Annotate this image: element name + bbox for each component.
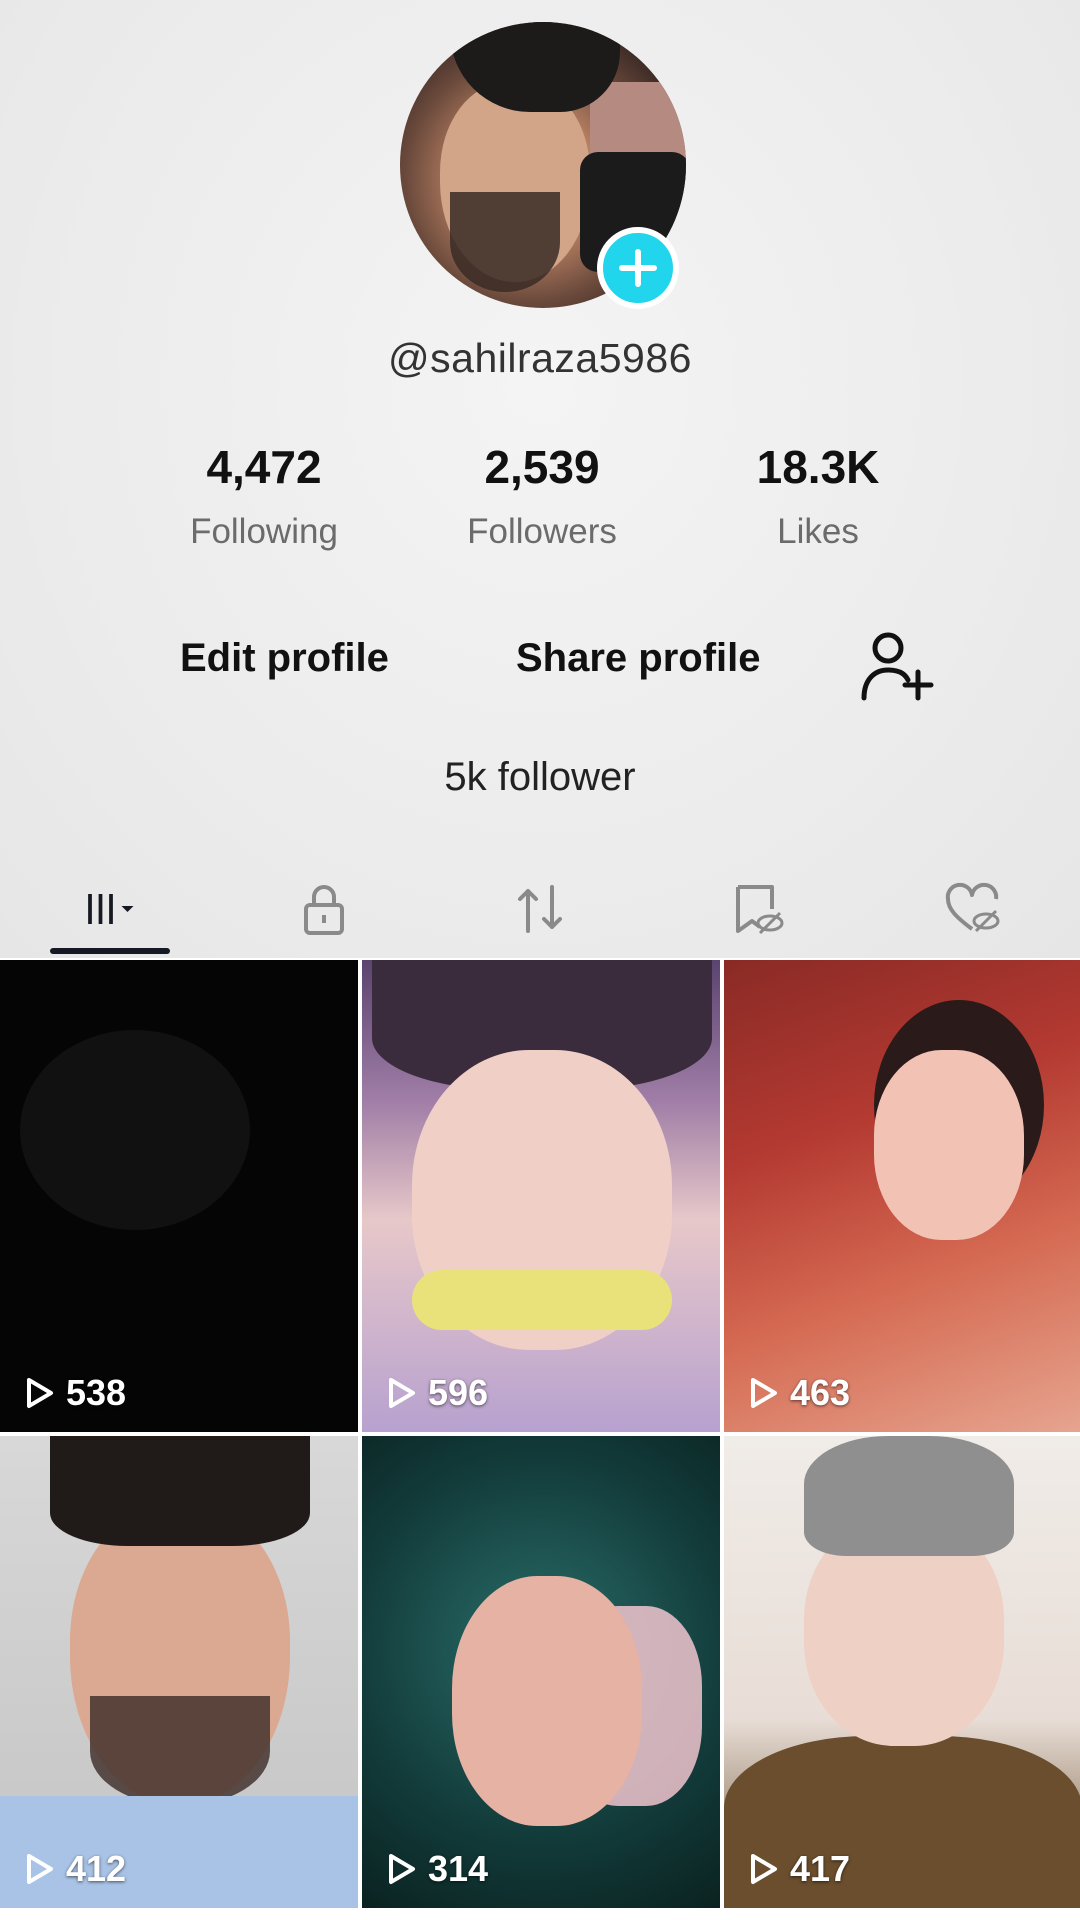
- play-icon: [389, 1854, 415, 1884]
- active-tab-indicator: [50, 948, 170, 954]
- liked-hidden-icon: [945, 882, 1000, 933]
- thumbnail-art: [452, 1576, 642, 1826]
- view-count-value: 538: [66, 1372, 127, 1413]
- tab-private[interactable]: [216, 860, 432, 958]
- play-icon: [751, 1854, 777, 1884]
- view-count: 417: [746, 1848, 850, 1890]
- view-count-value: 412: [66, 1848, 127, 1889]
- video-thumbnail[interactable]: 412: [0, 1436, 358, 1908]
- followers-label: Followers: [467, 512, 617, 551]
- followers-count: 2,539: [484, 441, 600, 493]
- thumbnail-art: [90, 1696, 270, 1806]
- videos-grid-icon: [85, 894, 134, 924]
- video-thumbnail[interactable]: 596: [362, 960, 720, 1432]
- add-friend-icon[interactable]: [856, 628, 936, 704]
- share-profile-button[interactable]: Share profile: [516, 636, 761, 681]
- likes-label: Likes: [777, 512, 859, 551]
- view-count: 538: [22, 1372, 126, 1414]
- following-count: 4,472: [206, 441, 322, 493]
- view-count: 314: [384, 1848, 488, 1890]
- view-count-value: 314: [428, 1848, 489, 1889]
- view-count: 463: [746, 1372, 850, 1414]
- stat-followers[interactable]: 2,539 Followers: [402, 440, 682, 552]
- favorites-hidden-icon: [736, 885, 784, 935]
- stat-likes[interactable]: 18.3K Likes: [678, 440, 958, 552]
- avatar-beard: [450, 192, 560, 292]
- username: @sahilraza5986: [388, 335, 692, 381]
- stat-following[interactable]: 4,472 Following: [124, 440, 404, 552]
- bio-text: 5k follower: [444, 755, 636, 799]
- view-count-value: 463: [790, 1372, 851, 1413]
- play-icon: [27, 1378, 53, 1408]
- lock-icon: [304, 885, 344, 935]
- likes-count: 18.3K: [756, 441, 880, 493]
- video-thumbnail[interactable]: 538: [0, 960, 358, 1432]
- play-icon: [27, 1854, 53, 1884]
- view-count-value: 596: [428, 1372, 489, 1413]
- content-tabs: [0, 860, 1080, 958]
- play-icon: [389, 1378, 415, 1408]
- tab-favorites[interactable]: [648, 860, 864, 958]
- video-thumbnail[interactable]: 463: [724, 960, 1080, 1432]
- edit-profile-button[interactable]: Edit profile: [180, 636, 389, 681]
- view-count: 596: [384, 1372, 488, 1414]
- thumbnail-art: [20, 1030, 250, 1230]
- video-grid: 538 596 463 412 314 417: [0, 958, 1080, 1920]
- tab-videos[interactable]: [0, 860, 216, 958]
- video-thumbnail[interactable]: 417: [724, 1436, 1080, 1908]
- play-icon: [751, 1378, 777, 1408]
- video-thumbnail[interactable]: 314: [362, 1436, 720, 1908]
- tab-reposts[interactable]: [432, 860, 648, 958]
- thumbnail-art: [412, 1270, 672, 1330]
- add-avatar-plus-icon[interactable]: [597, 227, 679, 309]
- thumbnail-art: [874, 1050, 1024, 1240]
- view-count: 412: [22, 1848, 126, 1890]
- following-label: Following: [190, 512, 338, 551]
- tab-liked[interactable]: [864, 860, 1080, 958]
- thumbnail-art: [50, 1436, 310, 1546]
- repost-icon: [518, 885, 562, 933]
- thumbnail-art: [804, 1436, 1014, 1556]
- profile-header: @sahilraza5986 4,472 Following 2,539 Fol…: [0, 0, 1080, 958]
- view-count-value: 417: [790, 1848, 851, 1889]
